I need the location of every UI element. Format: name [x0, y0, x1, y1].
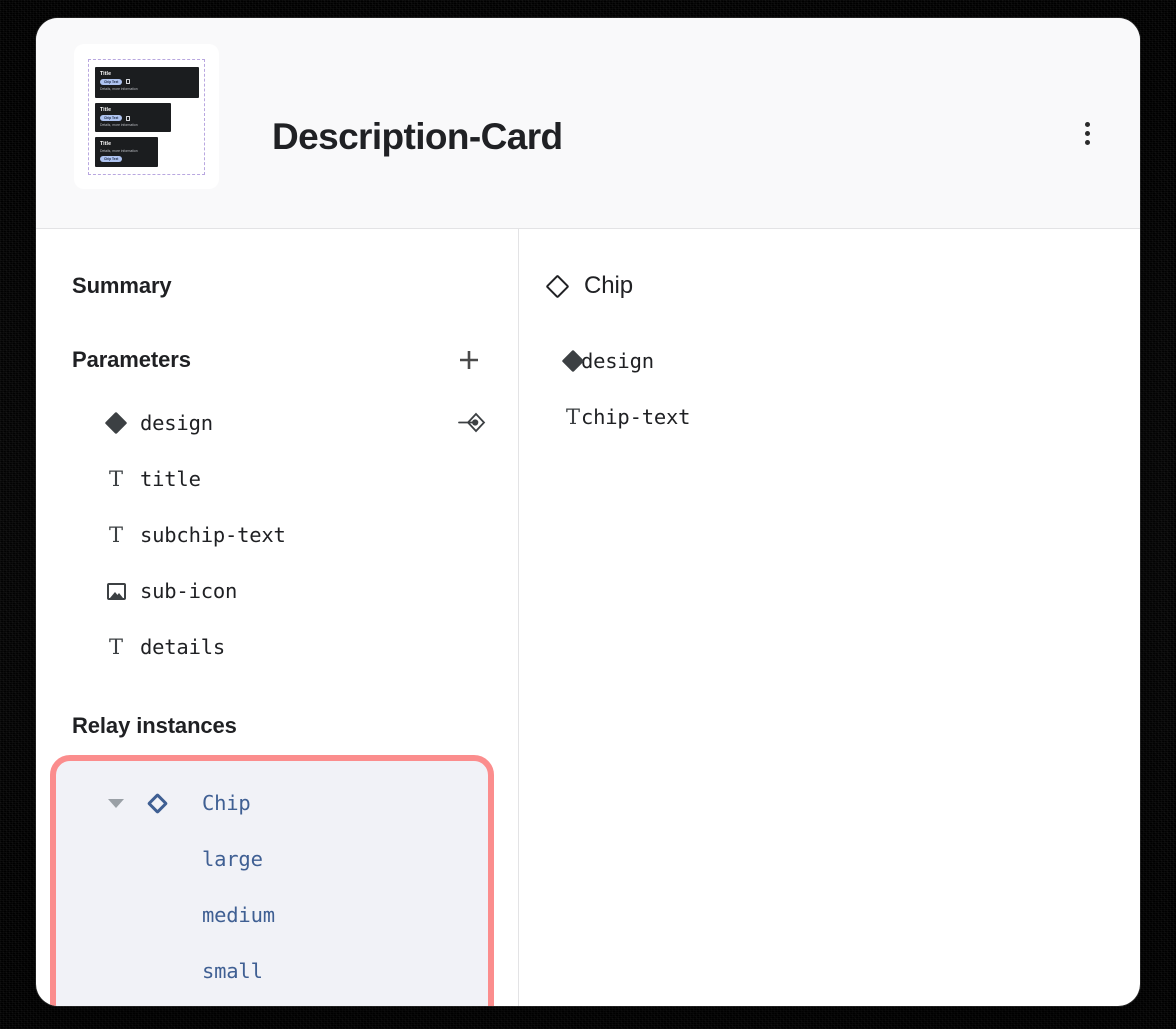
mini-card-row: Chip Text [100, 78, 194, 85]
caret-down-icon[interactable] [108, 798, 124, 808]
mini-card-chip: Chip Text [100, 115, 123, 122]
section-summary[interactable]: Summary [36, 265, 518, 307]
parameter-label: sub-icon [140, 579, 238, 603]
thumbnail-mini-card: Title Chip Text Details, more informatio… [95, 103, 171, 133]
panel-body: Summary Parameters design T title T subc… [36, 229, 1140, 1006]
thumbnail-mini-card: Title Chip Text Details, more informatio… [95, 66, 199, 99]
text-icon: T [108, 523, 123, 547]
kebab-dot [1084, 121, 1090, 127]
panel-header: Title Chip Text Details, more informatio… [36, 18, 1140, 229]
relay-instance-row-medium[interactable]: medium [56, 887, 488, 943]
mini-card-chip: Chip Text [100, 156, 123, 163]
relay-instance-label: medium [202, 903, 275, 927]
parameter-row-sub-icon[interactable]: sub-icon [36, 563, 518, 619]
parameter-row-details[interactable]: T details [36, 619, 518, 675]
summary-label: Summary [72, 273, 172, 298]
parameter-label: title [140, 467, 201, 491]
parameters-list: design T title T subchip-text sub-icon T… [36, 395, 518, 675]
relay-instances-label: Relay instances [72, 713, 237, 738]
relay-instance-label: Chip [202, 791, 251, 815]
relay-instance-row-small[interactable]: small [56, 943, 488, 999]
image-icon [104, 579, 128, 603]
right-item-label: design [581, 349, 654, 373]
right-pane-title: Chip [584, 272, 633, 299]
mini-card-title: Title [100, 141, 112, 148]
relay-instance-row-chip[interactable]: Chip [56, 775, 488, 831]
parameter-label: details [140, 635, 225, 659]
parameters-label: Parameters [72, 347, 191, 372]
kebab-dot [1084, 130, 1090, 136]
section-parameters: Parameters [36, 339, 518, 381]
bookmark-icon [126, 115, 131, 121]
right-pane-header: Chip [519, 265, 1140, 307]
text-icon: T [565, 405, 580, 429]
thumbnail-mini-card: Title Details, more information Chip Tex… [95, 137, 158, 167]
kebab-dot [1084, 139, 1090, 145]
mini-card-row: Chip Text [100, 115, 166, 122]
mini-card-details: Details, more information [100, 86, 138, 91]
bookmark-icon [126, 79, 131, 84]
section-relay-instances: Relay instances [36, 705, 518, 747]
mini-card-title: Title [100, 107, 112, 114]
mini-card-details: Details, more information [100, 123, 138, 128]
plus-icon[interactable] [452, 343, 486, 377]
mini-card-chip: Chip Text [100, 78, 123, 85]
diamond-outline-icon [146, 792, 169, 814]
parameter-row-design[interactable]: design [36, 395, 518, 451]
swap-instance-icon[interactable] [454, 406, 488, 440]
text-icon: T [108, 467, 123, 491]
right-item-row-design[interactable]: design [519, 333, 1140, 389]
right-item-row-chip-text[interactable]: T chip-text [519, 389, 1140, 445]
relay-instance-row-large[interactable]: large [56, 831, 488, 887]
relay-instance-label: large [202, 847, 263, 871]
right-pane: Chip design T chip-text [519, 229, 1140, 1006]
mini-card-details: Details, more information [100, 149, 138, 154]
mini-card-row: Chip Text [100, 156, 153, 163]
parameter-label: subchip-text [140, 523, 286, 547]
parameter-row-subchip-text[interactable]: T subchip-text [36, 507, 518, 563]
page-title: Description-Card [272, 116, 563, 157]
component-thumbnail[interactable]: Title Chip Text Details, more informatio… [74, 44, 219, 189]
diamond-filled-icon [104, 411, 128, 435]
parameter-label: design [140, 411, 213, 435]
right-item-label: chip-text [581, 405, 691, 429]
thumbnail-frame: Title Chip Text Details, more informatio… [88, 58, 205, 175]
diamond-filled-icon [561, 349, 585, 373]
mini-card-title: Title [100, 70, 112, 77]
left-pane: Summary Parameters design T title T subc… [36, 229, 519, 1006]
right-pane-list: design T chip-text [519, 333, 1140, 445]
diamond-outline-icon [545, 273, 570, 299]
relay-instance-label: small [202, 959, 263, 983]
description-card-panel: Title Chip Text Details, more informatio… [36, 18, 1140, 1006]
more-vertical-icon[interactable] [1064, 110, 1110, 156]
text-icon: T [108, 635, 123, 659]
parameter-row-title[interactable]: T title [36, 451, 518, 507]
relay-instances-highlight-box: Chip large medium small [50, 755, 494, 1006]
